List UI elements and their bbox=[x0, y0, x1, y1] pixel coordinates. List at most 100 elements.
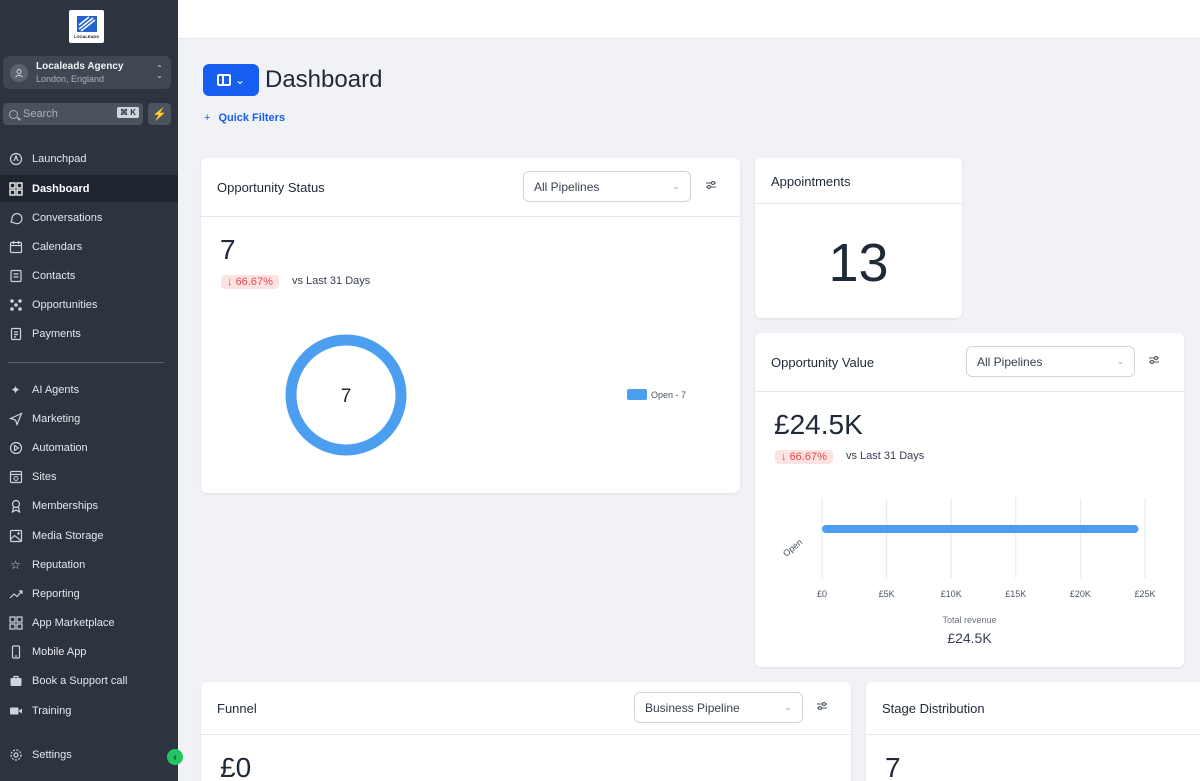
sidebar-item-contacts[interactable]: Contacts bbox=[0, 262, 178, 289]
sidebar-item-media-storage[interactable]: Media Storage bbox=[0, 522, 178, 549]
change-value: 66.67% bbox=[789, 451, 827, 463]
sidebar-item-label: Mobile App bbox=[32, 645, 87, 658]
opportunity-value: £24.5K bbox=[774, 409, 863, 440]
rocket-icon bbox=[8, 151, 23, 166]
x-tick-label: £0 bbox=[817, 589, 827, 599]
sidebar-item-training[interactable]: Training bbox=[0, 697, 178, 724]
card-title: Funnel bbox=[217, 701, 257, 716]
search-input[interactable]: Search ⌘ K bbox=[3, 103, 143, 125]
change-badge: ↓ 66.67% bbox=[775, 450, 833, 464]
change-value: 66.67% bbox=[235, 276, 273, 288]
top-bar bbox=[178, 0, 1200, 39]
sliders-icon[interactable] bbox=[1148, 354, 1160, 369]
y-category-label: Open bbox=[781, 537, 804, 559]
card-title: Opportunity Status bbox=[217, 180, 325, 195]
total-revenue-label: Total revenue bbox=[942, 615, 997, 625]
sidebar-item-memberships[interactable]: Memberships bbox=[0, 492, 178, 519]
sidebar-item-settings[interactable]: Settings bbox=[0, 741, 178, 768]
sidebar-item-label: Conversations bbox=[32, 211, 103, 224]
sidebar-item-book-support-call[interactable]: Book a Support call bbox=[0, 667, 178, 694]
sliders-icon[interactable] bbox=[705, 179, 717, 194]
search-placeholder: Search bbox=[23, 108, 58, 120]
sidebar-item-label: Opportunities bbox=[32, 298, 98, 311]
chevron-down-icon: ⌄ bbox=[234, 73, 246, 87]
sidebar-item-label: Sites bbox=[32, 470, 57, 483]
pipeline-select-value: All Pipelines bbox=[977, 354, 1043, 369]
sidebar-item-label: App Marketplace bbox=[32, 616, 115, 629]
sidebar-divider bbox=[8, 362, 164, 363]
opportunity-count: 7 bbox=[220, 234, 236, 265]
sidebar-item-launchpad[interactable]: Launchpad bbox=[0, 145, 178, 172]
sidebar-item-sites[interactable]: Sites bbox=[0, 463, 178, 490]
appointments-card: Appointments 13 bbox=[755, 158, 962, 318]
quick-filters-label: Quick Filters bbox=[218, 112, 286, 124]
chevron-updown-icon: ⌃ ⌄ bbox=[156, 64, 163, 80]
sidebar-item-dashboard[interactable]: Dashboard bbox=[0, 175, 178, 202]
legend-swatch-open bbox=[627, 389, 647, 400]
pipeline-select-value: Business Pipeline bbox=[645, 700, 740, 715]
star-icon: ☆ bbox=[10, 557, 21, 572]
donut-center-value: 7 bbox=[341, 386, 352, 407]
chevron-down-icon: ⌄ bbox=[672, 181, 680, 191]
card-title: Opportunity Value bbox=[771, 355, 875, 370]
sidebar-item-label: AI Agents bbox=[32, 383, 80, 396]
pipeline-select[interactable]: All Pipelines ⌄ bbox=[966, 346, 1135, 377]
stage-distribution-value: 7 bbox=[885, 752, 901, 781]
sidebar-item-app-marketplace[interactable]: App Marketplace bbox=[0, 609, 178, 636]
sidebar-item-reputation[interactable]: ☆ Reputation bbox=[0, 551, 178, 578]
apps-icon bbox=[8, 615, 23, 630]
quick-filters-button[interactable]: + Quick Filters bbox=[204, 112, 285, 124]
stage-distribution-card: Stage Distribution 7 bbox=[866, 682, 1200, 781]
logo-mark-icon bbox=[76, 15, 97, 32]
sidebar-item-label: Reporting bbox=[32, 587, 80, 600]
quick-action-bolt-icon[interactable]: ⚡ bbox=[148, 103, 171, 125]
legend-label-open[interactable]: Open - 7 bbox=[651, 390, 686, 400]
card-title: Appointments bbox=[771, 174, 851, 189]
sliders-icon[interactable] bbox=[816, 700, 828, 715]
chevron-down-icon: ⌄ bbox=[784, 702, 792, 712]
sidebar-item-label: Payments bbox=[32, 327, 81, 340]
bar-open[interactable] bbox=[822, 525, 1139, 533]
layout-icon bbox=[216, 74, 231, 86]
funnel-value: £0 bbox=[220, 752, 252, 781]
chevron-down-icon: ⌄ bbox=[1116, 356, 1124, 366]
sidebar-item-marketing[interactable]: Marketing bbox=[0, 405, 178, 432]
pipeline-select-value: All Pipelines bbox=[534, 179, 600, 194]
sidebar-item-mobile-app[interactable]: Mobile App bbox=[0, 638, 178, 665]
opportunity-value-card: Opportunity Value All Pipelines ⌄ £24.5K… bbox=[755, 333, 1184, 667]
page-title: Dashboard bbox=[265, 66, 383, 93]
sidebar-item-label: Marketing bbox=[32, 412, 81, 425]
appointments-count: 13 bbox=[828, 233, 889, 293]
sidebar-item-ai-agents[interactable]: ✦ AI Agents bbox=[0, 376, 178, 403]
x-tick-label: £10K bbox=[941, 589, 962, 599]
pipeline-select[interactable]: All Pipelines ⌄ bbox=[523, 171, 691, 202]
grid-icon bbox=[8, 181, 23, 196]
sidebar-item-reporting[interactable]: Reporting bbox=[0, 580, 178, 607]
logo-text: LOCALEADS bbox=[74, 33, 99, 39]
send-icon bbox=[8, 411, 23, 426]
plus-icon: + bbox=[204, 112, 211, 124]
status-donut-chart: 7 bbox=[285, 334, 407, 456]
account-switcher[interactable]: Localeads Agency London, England ⌃ ⌄ bbox=[3, 56, 171, 89]
pipeline-select[interactable]: Business Pipeline ⌄ bbox=[634, 692, 803, 723]
x-tick-label: £5K bbox=[879, 589, 895, 599]
calendar-icon bbox=[8, 239, 23, 254]
sparkle-icon: ✦ bbox=[10, 382, 21, 397]
chat-icon bbox=[8, 210, 23, 225]
sidebar-item-label: Book a Support call bbox=[32, 674, 128, 687]
sidebar-item-automation[interactable]: Automation bbox=[0, 434, 178, 461]
collapse-sidebar-chevron-icon[interactable]: ‹ bbox=[167, 749, 183, 765]
sidebar-item-calendars[interactable]: Calendars bbox=[0, 233, 178, 260]
funnel-card: Funnel Business Pipeline ⌄ £0 bbox=[201, 682, 851, 781]
agency-logo[interactable]: LOCALEADS bbox=[69, 10, 104, 43]
payments-icon bbox=[8, 326, 23, 341]
sidebar-item-payments[interactable]: Payments bbox=[0, 320, 178, 347]
total-revenue-value: £24.5K bbox=[947, 630, 992, 646]
sidebar-item-label: Settings bbox=[32, 748, 72, 761]
sidebar-item-opportunities[interactable]: Opportunities bbox=[0, 291, 178, 318]
arrow-down-icon: ↓ bbox=[781, 451, 790, 463]
sidebar-item-conversations[interactable]: Conversations bbox=[0, 204, 178, 231]
opportunities-icon bbox=[8, 297, 23, 312]
video-icon bbox=[8, 703, 23, 718]
dashboard-switcher-button[interactable]: ⌄ bbox=[203, 64, 259, 96]
